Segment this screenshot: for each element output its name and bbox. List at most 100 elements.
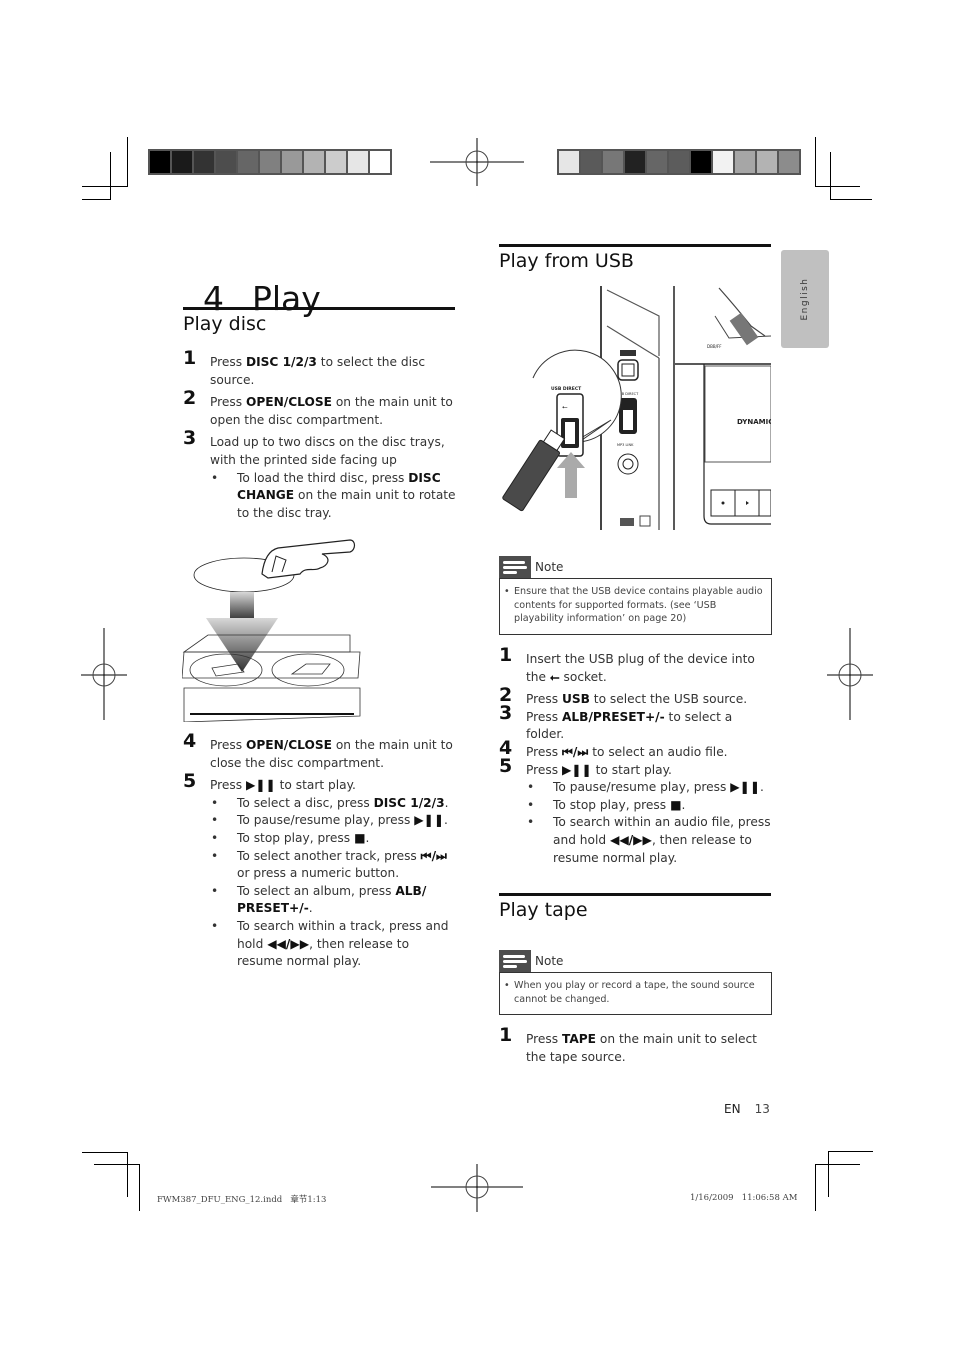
note-label: Note: [535, 560, 564, 574]
text: Press: [526, 709, 562, 724]
color-swatch: [348, 151, 370, 173]
keyword: USB: [561, 692, 590, 707]
color-swatch: [735, 151, 757, 173]
step: 5Press ▶❚❚ to start play.To select a dis…: [183, 772, 458, 971]
step-number: 4: [183, 730, 197, 752]
text: To pause/resume play, press: [553, 780, 731, 795]
step-text: Load up to two discs on the disc trays, …: [210, 435, 445, 467]
keyword: ◀◀/▶▶: [267, 936, 310, 951]
text: to start play.: [275, 778, 356, 793]
text: To stop play, press: [553, 797, 670, 812]
text: To select another track, press: [237, 848, 421, 863]
color-swatch: [757, 151, 779, 173]
text: to select the USB source.: [589, 692, 748, 707]
color-swatch: [625, 151, 647, 173]
text: to select an audio file.: [588, 744, 728, 759]
note-text: Ensure that the USB device contains play…: [514, 586, 763, 624]
language-tab-label: English: [800, 277, 810, 321]
section-heading-play-tape: Play tape: [499, 899, 588, 921]
keyword: ▶❚❚: [730, 780, 761, 795]
section-rule: [499, 893, 771, 896]
text: To select an album, press: [237, 883, 396, 898]
text: .: [308, 901, 313, 916]
text: or press a numeric button.: [237, 866, 400, 881]
text: To select a disc, press: [237, 795, 374, 810]
step: 1 Insert the USB plug of the device into …: [499, 646, 774, 686]
color-swatch: [194, 151, 216, 173]
color-swatch: [669, 151, 691, 173]
text: To stop play, press: [237, 830, 354, 845]
keyword: ◀◀/▶▶: [609, 832, 652, 847]
bullet-item: To load the third disc, press DISC CHANG…: [210, 470, 458, 523]
step-text: Press ALB/PRESET+/- to select a folder.: [526, 709, 774, 744]
section-rule: [499, 244, 771, 247]
step-text: Press DISC 1/2/3 to select the disc sour…: [210, 354, 458, 389]
bullet-list: To select a disc, press DISC 1/2/3.To pa…: [210, 795, 458, 971]
note-icon: [499, 556, 531, 578]
bullet-list: To load the third disc, press DISC CHANG…: [210, 470, 458, 523]
text: To pause/resume play, press: [237, 813, 415, 828]
step: 3 Press ALB/PRESET+/- to select a folder.: [499, 703, 774, 744]
text: Press: [526, 1032, 562, 1046]
text: to start play.: [591, 762, 672, 777]
page-footer: EN 13: [724, 1102, 770, 1116]
bullet-item: To stop play, press ■.: [210, 830, 458, 848]
play-disc-steps-4-5: 4 Press OPEN/CLOSE on the main unit to cl…: [183, 732, 458, 971]
text: Press: [210, 395, 246, 410]
bullet: •: [504, 586, 510, 597]
step-number: 5: [499, 754, 513, 777]
keyword: ▶❚❚: [245, 778, 276, 793]
color-swatch: [713, 151, 735, 173]
text: .: [365, 830, 370, 845]
note-tab-tape: Note: [499, 950, 563, 972]
color-swatch: [238, 151, 260, 173]
bullet-item: To pause/resume play, press ▶❚❚.: [526, 779, 774, 797]
step-number: 3: [183, 427, 197, 450]
step-text: Press ▶❚❚ to start play.: [210, 777, 458, 795]
slug-timestamp: 1/16/2009 11:06:58 AM: [690, 1193, 798, 1203]
color-swatch: [559, 151, 581, 173]
play-disc-steps-1-3: 1 Press DISC 1/2/3 to select the disc sou…: [183, 349, 458, 523]
color-swatch: [647, 151, 669, 173]
color-swatch: [603, 151, 625, 173]
note-icon: [499, 950, 531, 972]
bullet-item: To select an album, press ALB/ PRESET+/-…: [210, 883, 458, 918]
play-tape-steps: 1 Press TAPE on the main unit to select t…: [499, 1026, 774, 1066]
keyword: DISC 1/2/3: [245, 355, 317, 369]
step: 4 Press OPEN/CLOSE on the main unit to cl…: [183, 732, 458, 772]
bullet-item: To stop play, press ■.: [526, 797, 774, 815]
color-bar-left: [148, 149, 392, 175]
keyword: ⏮/⏭: [420, 848, 448, 863]
bullet-item: To search within an audio file, press an…: [526, 814, 774, 867]
bullet-list: To pause/resume play, press ▶❚❚.To stop …: [526, 779, 774, 867]
keyword: OPEN/CLOSE: [245, 738, 332, 752]
note-box-usb: • Ensure that the USB device contains pl…: [499, 578, 772, 635]
step-text: Press OPEN/CLOSE on the main unit to ope…: [210, 394, 458, 429]
bullet: •: [504, 980, 510, 991]
keyword: ■: [670, 797, 682, 812]
bullet-item: To search within a track, press and hold…: [210, 918, 458, 971]
color-swatch: [691, 151, 713, 173]
footer-language: EN: [724, 1102, 741, 1116]
text: Press: [210, 778, 246, 793]
note-text: When you play or record a tape, the soun…: [514, 980, 755, 1005]
step: 1 Press TAPE on the main unit to select t…: [499, 1026, 774, 1066]
slug-file-info: FWM387_DFU_ENG_12.indd 章节1:13: [157, 1195, 327, 1205]
color-swatch: [779, 151, 799, 173]
keyword: ⏮/⏭: [561, 744, 589, 759]
step-number: 3: [499, 701, 513, 724]
svg-text:MP3 LINK: MP3 LINK: [617, 443, 634, 447]
keyword: ⭠: [549, 669, 560, 684]
step-number: 1: [499, 1024, 513, 1046]
step-number: 1: [183, 347, 197, 369]
color-swatch: [326, 151, 348, 173]
step-text: Press ▶❚❚ to start play.: [526, 762, 774, 780]
text: .: [444, 795, 449, 810]
note-box-tape: • When you play or record a tape, the so…: [499, 972, 772, 1015]
text: Press: [210, 738, 246, 752]
svg-text:USB DIRECT: USB DIRECT: [551, 386, 582, 392]
svg-text:DBB/FF: DBB/FF: [707, 344, 722, 349]
step: 2 Press OPEN/CLOSE on the main unit to op…: [183, 389, 458, 429]
text: Press: [526, 744, 562, 759]
color-swatch: [172, 151, 194, 173]
